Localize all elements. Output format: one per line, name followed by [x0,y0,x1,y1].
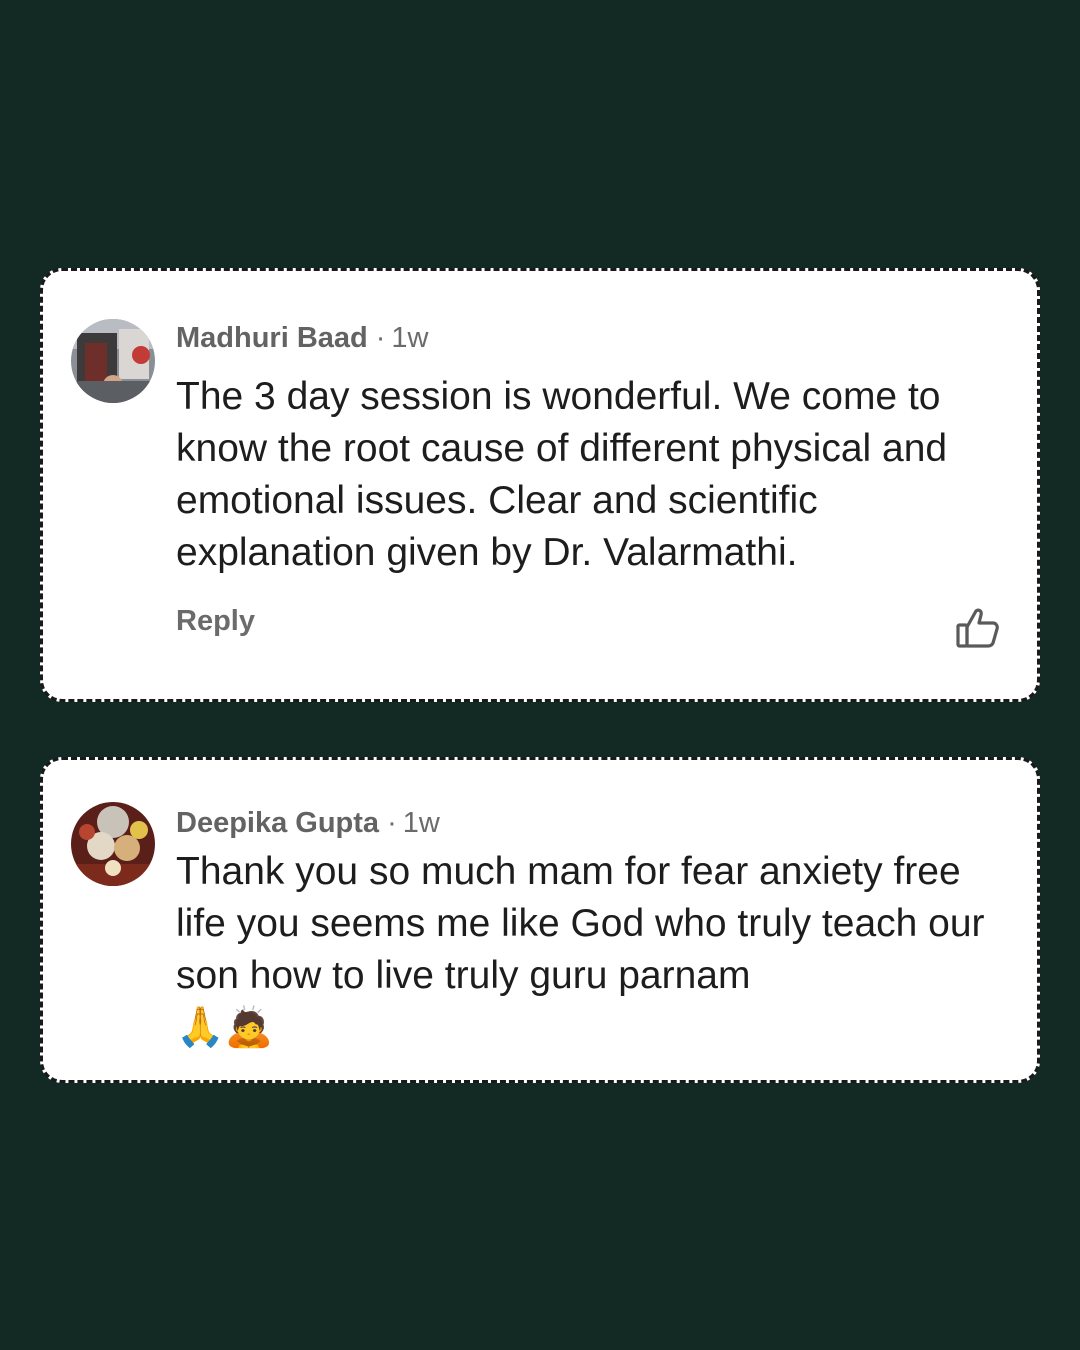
comment-text: The 3 day session is wonderful. We come … [176,375,948,574]
comment-meta: Deepika Gupta · 1w [176,805,440,841]
thumbs-up-icon[interactable] [955,606,1001,650]
author-name[interactable]: Madhuri Baad [176,322,368,354]
meta-separator: · [387,807,397,839]
avatar-photo-icon [71,802,155,886]
emoji-reaction: 🙏🙇 [176,1006,274,1049]
comment-time: 1w [391,322,429,354]
avatar-photo-icon [71,319,155,403]
comment-card: Deepika Gupta · 1w Thank you so much mam f… [40,757,1040,1083]
meta-separator: · [375,322,386,354]
avatar[interactable] [71,319,155,403]
comment-time: 1w [402,807,440,839]
comment-card: Madhuri Baad · 1w The 3 day session is won… [40,268,1040,702]
comment-body: Thank you so much mam for fear anxiety f… [176,850,985,997]
comment-text: Thank you so much mam for fear anxiety f… [176,846,1006,1054]
author-name[interactable]: Deepika Gupta [176,807,379,839]
comment-meta: Madhuri Baad · 1w [176,320,429,356]
avatar[interactable] [71,802,155,886]
reply-button[interactable]: Reply [176,605,255,638]
